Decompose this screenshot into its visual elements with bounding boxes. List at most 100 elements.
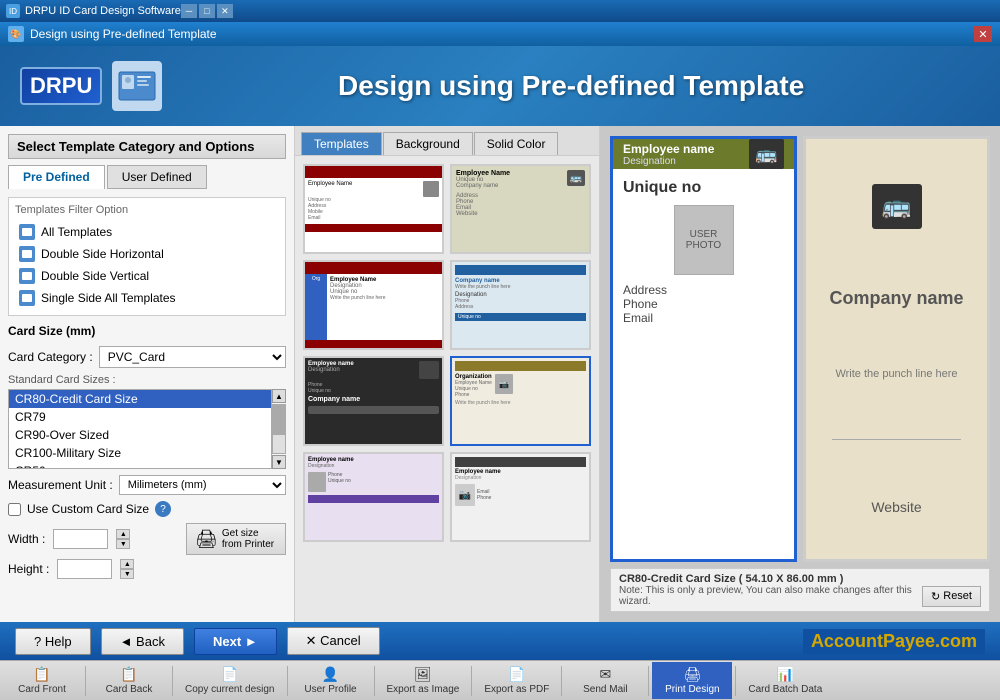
preview-card-front[interactable]: Employee name Designation 🚌 Unique no US… bbox=[610, 136, 797, 562]
template-item-7[interactable]: Employee name Designation Phone Unique n… bbox=[303, 452, 444, 542]
width-down[interactable]: ▼ bbox=[116, 539, 130, 549]
filter-ssat-icon bbox=[19, 290, 35, 306]
taskbar-copy-design[interactable]: 📄 Copy current design bbox=[176, 662, 284, 699]
taskbar-export-image[interactable]: 🖼 Export as Image bbox=[378, 662, 469, 699]
title-bar: ID DRPU ID Card Design Software ─ □ ✕ bbox=[0, 0, 1000, 22]
next-button[interactable]: Next ► bbox=[194, 628, 277, 655]
template-item-1[interactable]: Employee Name Unique no Address Mobile E… bbox=[303, 164, 444, 254]
card-front-icon: 📋 bbox=[33, 666, 50, 683]
cancel-button[interactable]: ✕ Cancel bbox=[287, 627, 380, 655]
template-item-3[interactable]: Org Employee Name Designation Unique no … bbox=[303, 260, 444, 350]
template-item-5[interactable]: Employee name Designation Phone Unique n… bbox=[303, 356, 444, 446]
filter-ssat[interactable]: Single Side All Templates bbox=[15, 287, 279, 309]
preview-card-back[interactable]: 🚌 Company name Write the punch line here… bbox=[803, 136, 990, 562]
dialog-title: Design using Pre-defined Template bbox=[30, 27, 217, 41]
logo-icon bbox=[112, 61, 162, 111]
taskbar-divider-6 bbox=[561, 666, 562, 696]
reset-icon: ↻ bbox=[931, 590, 940, 603]
card-size-label: Card Size (mm) bbox=[8, 324, 286, 338]
template-item-8[interactable]: Employee name Designation 📷 Email Phone bbox=[450, 452, 591, 542]
card-size-status: CR80-Credit Card Size ( 54.10 X 86.00 mm… bbox=[619, 573, 981, 585]
measurement-select[interactable]: Milimeters (mm) bbox=[119, 475, 286, 495]
help-button[interactable]: ? Help bbox=[15, 628, 91, 655]
size-cr80[interactable]: CR80-Credit Card Size bbox=[9, 390, 271, 408]
taskbar-user-profile[interactable]: 👤 User Profile bbox=[291, 662, 371, 699]
template-item-4[interactable]: Company name Write the punch line here D… bbox=[450, 260, 591, 350]
taskbar-divider-2 bbox=[172, 666, 173, 696]
height-spinner: ▲ ▼ bbox=[120, 559, 134, 579]
size-cr100[interactable]: CR100-Military Size bbox=[9, 444, 271, 462]
taskbar-send-mail[interactable]: ✉ Send Mail bbox=[565, 662, 645, 699]
template-item-2[interactable]: Employee Name Unique no Company name 🚌 A… bbox=[450, 164, 591, 254]
filter-title: Templates Filter Option bbox=[15, 204, 279, 216]
template-tab-templates[interactable]: Templates bbox=[301, 132, 382, 155]
card-category-label: Card Category : bbox=[8, 350, 93, 364]
phone-label: Phone bbox=[623, 297, 784, 311]
address-label: Address bbox=[623, 283, 784, 297]
help-icon[interactable]: ? bbox=[155, 501, 171, 517]
template-item-6[interactable]: Organization Employee Name Unique no Pho… bbox=[450, 356, 591, 446]
account-payee-label: AccountPayee.com bbox=[803, 629, 985, 654]
standard-sizes-label: Standard Card Sizes : bbox=[8, 374, 286, 386]
tab-userdefined[interactable]: User Defined bbox=[107, 165, 207, 189]
card-category-select[interactable]: PVC_Card bbox=[99, 346, 286, 368]
back-button[interactable]: ◄ Back bbox=[101, 628, 184, 655]
taskbar-card-back[interactable]: 📋 Card Back bbox=[89, 662, 169, 699]
filter-dsv-icon bbox=[19, 268, 35, 284]
scroll-down-btn[interactable]: ▼ bbox=[272, 455, 286, 469]
taskbar-card-front[interactable]: 📋 Card Front bbox=[2, 662, 82, 699]
height-input[interactable]: 86.00 bbox=[57, 559, 112, 579]
get-size-button[interactable]: 🖨 Get size from Printer bbox=[186, 523, 286, 555]
sizes-list-container: CR80-Credit Card Size CR79 CR90-Over Siz… bbox=[8, 389, 286, 469]
scrollbar-track[interactable] bbox=[272, 404, 286, 454]
category-tabs: Pre Defined User Defined bbox=[8, 165, 286, 189]
custom-size-label: Use Custom Card Size bbox=[27, 502, 149, 516]
dialog-close-button[interactable]: ✕ bbox=[974, 26, 992, 42]
preview-cards: Employee name Designation 🚌 Unique no US… bbox=[610, 136, 990, 562]
minimize-button[interactable]: ─ bbox=[181, 4, 197, 18]
dialog-icon: 🎨 bbox=[8, 26, 24, 42]
note-row: Note: This is only a preview, You can al… bbox=[619, 585, 981, 607]
size-cr90[interactable]: CR90-Over Sized bbox=[9, 426, 271, 444]
maximize-button[interactable]: □ bbox=[199, 4, 215, 18]
width-up[interactable]: ▲ bbox=[116, 529, 130, 539]
scrollbar-thumb bbox=[273, 405, 285, 435]
width-input[interactable]: 54.10 bbox=[53, 529, 108, 549]
preview-status-bar: CR80-Credit Card Size ( 54.10 X 86.00 mm… bbox=[610, 568, 990, 612]
custom-size-checkbox[interactable] bbox=[8, 503, 21, 516]
height-up[interactable]: ▲ bbox=[120, 559, 134, 569]
taskbar-divider-7 bbox=[648, 666, 649, 696]
bus-icon: 🚌 bbox=[749, 139, 784, 169]
height-down[interactable]: ▼ bbox=[120, 569, 134, 579]
filter-dsv[interactable]: Double Side Vertical bbox=[15, 265, 279, 287]
filter-dsh[interactable]: Double Side Horizontal bbox=[15, 243, 279, 265]
sizes-list[interactable]: CR80-Credit Card Size CR79 CR90-Over Siz… bbox=[8, 389, 272, 469]
size-cr79[interactable]: CR79 bbox=[9, 408, 271, 426]
tab-predefined[interactable]: Pre Defined bbox=[8, 165, 105, 189]
left-panel: Select Template Category and Options Pre… bbox=[0, 126, 295, 622]
app-icon: ID bbox=[6, 4, 20, 18]
preview-note: Note: This is only a preview, You can al… bbox=[619, 585, 922, 607]
reset-button[interactable]: ↻ Reset bbox=[922, 586, 981, 607]
logo-area: DRPU bbox=[20, 61, 162, 111]
email-label: Email bbox=[623, 311, 784, 325]
template-grid-area: Templates Background Solid Color Employe… bbox=[295, 126, 600, 622]
taskbar-card-batch[interactable]: 📊 Card Batch Data bbox=[739, 662, 831, 699]
width-label: Width : bbox=[8, 532, 45, 546]
company-name-label: Company name bbox=[829, 288, 963, 309]
designation-label: Designation bbox=[623, 156, 714, 167]
main-content: Select Template Category and Options Pre… bbox=[0, 126, 1000, 622]
template-tabs: Templates Background Solid Color bbox=[295, 126, 599, 156]
taskbar-divider-5 bbox=[471, 666, 472, 696]
taskbar-print-design[interactable]: 🖨 Print Design bbox=[652, 662, 732, 699]
punchline-label: Write the punch line here bbox=[835, 368, 957, 380]
close-button[interactable]: ✕ bbox=[217, 4, 233, 18]
template-tab-background[interactable]: Background bbox=[383, 132, 473, 155]
scroll-up-btn[interactable]: ▲ bbox=[272, 389, 286, 403]
taskbar-divider-4 bbox=[374, 666, 375, 696]
size-cr50[interactable]: CR50 bbox=[9, 462, 271, 469]
taskbar-export-pdf[interactable]: 📄 Export as PDF bbox=[475, 662, 558, 699]
template-tab-solidcolor[interactable]: Solid Color bbox=[474, 132, 559, 155]
filter-all[interactable]: All Templates bbox=[15, 221, 279, 243]
main-header: DRPU Design using Pre-defined Template bbox=[0, 46, 1000, 126]
